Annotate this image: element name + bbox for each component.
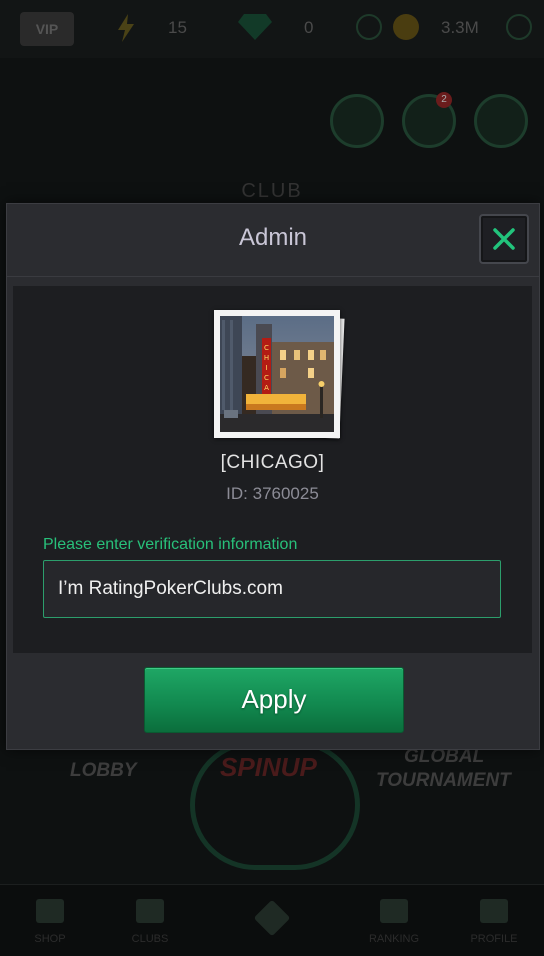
club-info-panel: C H I C A [CHICAGO] ID: 3760025 Please e… bbox=[13, 286, 532, 653]
tasks-icon[interactable] bbox=[330, 94, 384, 148]
svg-text:H: H bbox=[264, 354, 269, 362]
club-photo: C H I C A bbox=[214, 310, 340, 438]
bar-chart-icon bbox=[380, 899, 408, 923]
svg-text:C: C bbox=[264, 374, 269, 382]
cart-icon bbox=[36, 899, 64, 923]
tab-center[interactable] bbox=[222, 885, 322, 956]
tab-profile[interactable]: PROFILE bbox=[444, 885, 544, 956]
apply-button[interactable]: Apply bbox=[144, 667, 404, 733]
energy-count: 15 bbox=[168, 18, 187, 37]
club-id: ID: 3760025 bbox=[226, 484, 319, 503]
admin-dialog: Admin C H I C A [CHICAGO] ID: 3760025 Pl… bbox=[6, 203, 540, 750]
gem-icon bbox=[238, 14, 272, 40]
add-gems-icon[interactable] bbox=[356, 14, 382, 40]
notification-badge: 2 bbox=[436, 92, 452, 108]
tab-shop[interactable]: SHOP bbox=[0, 885, 100, 956]
chicago-theater-image: C H I C A bbox=[220, 316, 334, 432]
global-tournament-label-2[interactable]: TOURNAMENT bbox=[376, 770, 511, 792]
person-icon bbox=[480, 899, 508, 923]
mail-icon[interactable] bbox=[474, 94, 528, 148]
add-coins-icon[interactable] bbox=[506, 14, 532, 40]
gems-count: 0 bbox=[304, 18, 314, 37]
home-icon bbox=[136, 899, 164, 923]
spade-icon bbox=[253, 899, 291, 937]
verification-label: Please enter verification information bbox=[43, 536, 298, 553]
spinup-button[interactable]: SPINUP bbox=[220, 752, 317, 783]
dialog-title: Admin bbox=[238, 224, 308, 251]
svg-text:C: C bbox=[264, 344, 269, 352]
tab-clubs[interactable]: CLUBS bbox=[100, 885, 200, 956]
svg-text:I: I bbox=[265, 364, 267, 372]
close-button[interactable] bbox=[479, 214, 529, 264]
club-name: [CHICAGO] bbox=[220, 452, 325, 473]
coins-amount: 3.3M bbox=[441, 18, 479, 37]
bottom-tab-bar: SHOP CLUBS RANKING PROFILE bbox=[0, 884, 544, 956]
lobby-button[interactable]: LOBBY bbox=[70, 760, 137, 782]
top-status-bar: VIP 15 0 3.3M bbox=[0, 0, 544, 58]
lightning-icon bbox=[118, 14, 134, 42]
close-icon bbox=[493, 228, 515, 250]
verification-input[interactable] bbox=[43, 560, 501, 618]
tab-ranking[interactable]: RANKING bbox=[344, 885, 444, 956]
club-avatar: C H I C A bbox=[210, 308, 346, 442]
vip-badge[interactable]: VIP bbox=[20, 12, 74, 46]
coin-icon bbox=[393, 14, 419, 40]
title-divider bbox=[7, 276, 539, 277]
svg-text:A: A bbox=[264, 384, 269, 392]
